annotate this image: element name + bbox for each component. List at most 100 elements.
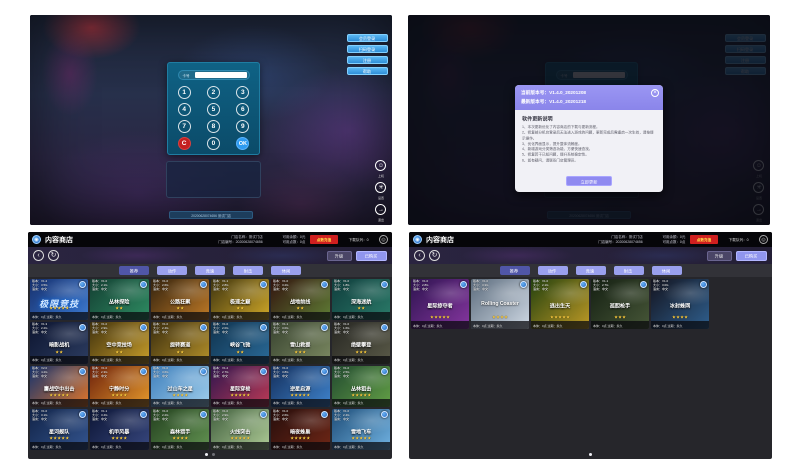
panel-login-dialog: 会员登录扫码登录注册帮助 卡号 123456789C0OK 2020062807… bbox=[408, 15, 770, 225]
recharge-badge[interactable]: 点数充值 bbox=[310, 235, 338, 244]
smiley-icon: ☺ bbox=[375, 160, 386, 171]
filter-button-3[interactable]: 射击 bbox=[614, 266, 644, 275]
filter-button-3[interactable]: 射击 bbox=[233, 266, 263, 275]
filter-button-0[interactable]: 推荐 bbox=[500, 266, 530, 275]
keypad-key-2[interactable]: 2 bbox=[207, 86, 220, 99]
game-price-text: 本体：0点 过期：永久 bbox=[273, 444, 303, 449]
purchased-button[interactable]: 已购买 bbox=[736, 251, 767, 261]
corner-exit-icon-wrap[interactable]: →退出 bbox=[375, 204, 387, 221]
game-card[interactable]: 版本：V1.1大小：3.4G语言：中文机甲风暴★★★★本体：0点 过期：永久下载 bbox=[90, 409, 148, 450]
filter-button-4[interactable]: 休闲 bbox=[652, 266, 682, 275]
game-card[interactable]: 版本：V1.0大小：2.3G语言：中文宁静时分★★★★本体：0点 过期：永久下载 bbox=[90, 366, 148, 407]
login-side-button-0[interactable]: 会员登录 bbox=[347, 34, 388, 42]
keypad-key-5[interactable]: 5 bbox=[207, 103, 220, 116]
keypad-key-c[interactable]: C bbox=[178, 137, 191, 150]
keypad-key-7[interactable]: 7 bbox=[178, 120, 191, 133]
game-card[interactable]: 版本：V1.0大小：2.9G语言：中文火线突击★★★★★本体：0点 过期：永久下… bbox=[211, 409, 269, 450]
login-side-button-1[interactable]: 扫码登录 bbox=[347, 45, 388, 53]
back-icon[interactable]: ‹ bbox=[33, 250, 44, 261]
game-card-footer: 本体：0点 过期：永久下载 bbox=[211, 399, 269, 407]
keypad-key-1[interactable]: 1 bbox=[178, 86, 191, 99]
game-card[interactable]: 版本：V1.0大小：3.0G语言：中文冰封蛛网★★★★本体：0点 过期：永久下载 bbox=[651, 279, 709, 329]
game-card[interactable]: 版本：V1.0大小：1.8G语言：中文深海迷航★★本体：0点 过期：永久下载 bbox=[332, 279, 390, 320]
keypad-key-ok[interactable]: OK bbox=[236, 137, 249, 150]
login-side-buttons: 会员登录扫码登录注册帮助 bbox=[347, 34, 388, 75]
close-icon[interactable]: × bbox=[651, 89, 659, 97]
game-star-rating: ★★★★ bbox=[158, 436, 202, 441]
game-card[interactable]: 版本：V1.1大小：2.7G语言：中文孤胆枪手★★★本体：0点 过期：永久下载 bbox=[591, 279, 649, 329]
keypad-key-9[interactable]: 9 bbox=[236, 120, 249, 133]
refresh-icon[interactable]: ↻ bbox=[48, 250, 59, 261]
corner-gear-icon-wrap[interactable]: ✳设置 bbox=[375, 182, 387, 199]
filter-button-1[interactable]: 动作 bbox=[538, 266, 568, 275]
filter-button-2[interactable]: 竞速 bbox=[576, 266, 606, 275]
corner-smiley-icon-wrap[interactable]: ☺上机 bbox=[375, 160, 387, 177]
keypad-key-3[interactable]: 3 bbox=[236, 86, 249, 99]
filter-button-0[interactable]: 推荐 bbox=[119, 266, 149, 275]
game-language: 语言：中文 bbox=[153, 331, 209, 335]
filter-button-2[interactable]: 竞速 bbox=[195, 266, 225, 275]
upgrade-button[interactable]: 升级 bbox=[707, 251, 732, 261]
game-card[interactable]: 版本：V2.0大小：4.2G语言：中文鏖战空中出击★★★★★本体：0点 过期：永… bbox=[30, 366, 88, 407]
game-card[interactable]: 版本：V1.0大小：2.1G语言：中文逃出生天★★★★★本体：0点 过期：永久下… bbox=[531, 279, 589, 329]
game-card[interactable]: 版本：V1.0大小：3.8G语言：中文逆星启源★★★★★本体：0点 过期：永久下… bbox=[271, 366, 329, 407]
game-card[interactable]: 版本：V1.1大小：3.0G语言：中文雪山救援★★★本体：0点 过期：永久下载 bbox=[271, 322, 329, 363]
game-card[interactable]: 版本：V1.0大小：2.8G语言：中文星际掠夺者★★★★★本体：0点 过期：永久… bbox=[411, 279, 469, 329]
filter-button-label: 动作 bbox=[168, 267, 176, 273]
update-confirm-button[interactable]: 立即更新 bbox=[566, 176, 612, 186]
game-grid: 版本：V1.2大小：3.5G语言：中文极限竞技★★★★★本体：0点 过期：永久下… bbox=[30, 279, 390, 450]
game-language: 语言：中文 bbox=[213, 331, 269, 335]
game-card[interactable]: 版本：V1.0大小：3.2G语言：中文战地前线★★本体：0点 过期：永久下载 bbox=[271, 279, 329, 320]
game-card[interactable]: 版本：V1.0大小：2.5G语言：中文丛林狙击★★★★★本体：0点 过期：永久下… bbox=[332, 366, 390, 407]
login-side-button-2[interactable]: 注册 bbox=[347, 56, 388, 64]
game-card[interactable]: 版本：V1.0大小：2.2G语言：中文森林猎手★★★★本体：0点 过期：永久下载 bbox=[151, 409, 209, 450]
refresh-icon[interactable]: ↻ bbox=[429, 250, 440, 261]
pagination-dot[interactable] bbox=[212, 453, 215, 456]
game-card-footer: 本体：0点 过期：永久下载 bbox=[411, 321, 469, 329]
game-card[interactable]: 版本：V1.0大小：3.1G语言：中文星河舰队★★★★★本体：0点 过期：永久下… bbox=[30, 409, 88, 450]
game-star-rating: ★★ bbox=[37, 349, 81, 354]
store-title: 内容商店 bbox=[426, 235, 454, 245]
settings-icon[interactable]: ◎ bbox=[379, 235, 388, 244]
game-card[interactable]: 版本：V1.0大小：3.6G语言：中文过山车之星★★★★本体：0点 过期：永久下… bbox=[151, 366, 209, 407]
game-card[interactable]: 版本：V1.0大小：3.3G语言：中文Rolling Coaster★★★★本体… bbox=[471, 279, 529, 329]
game-card[interactable]: 版本：V1.0大小：2.1G语言：中文丛林探险★★本体：0点 过期：永久下载 bbox=[90, 279, 148, 320]
game-card[interactable]: 版本：V1.0大小：1.6G语言：中文绝壁攀登★★★本体：0点 过期：永久下载 bbox=[332, 322, 390, 363]
keypad-key-8[interactable]: 8 bbox=[207, 120, 220, 133]
purchased-button[interactable]: 已购买 bbox=[356, 251, 387, 261]
points-text: 可用点数：0点 bbox=[663, 241, 686, 244]
card-number-input[interactable] bbox=[195, 72, 247, 78]
filter-button-1[interactable]: 动作 bbox=[157, 266, 187, 275]
game-card[interactable]: 版本：V1.0大小：2.6G语言：中文暗夜蛛巢★★★★★本体：0点 过期：永久下… bbox=[271, 409, 329, 450]
game-card-footer: 本体：0点 过期：永久下载 bbox=[30, 312, 88, 320]
keypad-key-0[interactable]: 0 bbox=[207, 137, 220, 150]
game-card[interactable]: 版本：V1.0大小：2.0G语言：中文峡谷飞驰★★本体：0点 过期：永久下载 bbox=[211, 322, 269, 363]
game-card[interactable]: 版本：V1.0大小：2.6G语言：中文公路狂飙★★本体：0点 过期：永久下载 bbox=[151, 279, 209, 320]
game-card[interactable]: 版本：V1.1大小：2.8G语言：中文极速之巅★★本体：0点 过期：永久下载 bbox=[211, 279, 269, 320]
login-side-button-3[interactable]: 帮助 bbox=[347, 67, 388, 75]
recharge-badge[interactable]: 点数充值 bbox=[690, 235, 718, 244]
game-card[interactable]: 版本：V1.0大小：2.4G语言：中文旋转赛道★★本体：0点 过期：永久下载 bbox=[151, 322, 209, 363]
filter-button-4[interactable]: 休闲 bbox=[271, 266, 301, 275]
game-card[interactable]: 版本：V1.3大小：2.2G语言：中文暗影战机★★本体：0点 过期：永久下载 bbox=[30, 322, 88, 363]
game-card[interactable]: 版本：V1.2大小：2.7G语言：中文星际穿梭★★★★★本体：0点 过期：永久下… bbox=[211, 366, 269, 407]
upgrade-button[interactable]: 升级 bbox=[327, 251, 352, 261]
game-card[interactable]: 版本：V1.2大小：3.5G语言：中文极限竞技★★★★★本体：0点 过期：永久下… bbox=[30, 279, 88, 320]
game-price-text: 本体：0点 过期：永久 bbox=[92, 357, 122, 362]
game-language: 语言：中文 bbox=[273, 418, 329, 422]
pagination-dot[interactable] bbox=[205, 453, 208, 456]
game-title: 宁静时分 bbox=[95, 384, 145, 392]
gear-icon: ✳ bbox=[375, 182, 386, 193]
game-star-rating: ★★★ bbox=[339, 349, 383, 354]
keypad-key-6[interactable]: 6 bbox=[236, 103, 249, 116]
game-card[interactable]: 版本：V1.0大小：2.4G语言：中文雪地飞车★★★★★本体：0点 过期：永久下… bbox=[332, 409, 390, 450]
pagination-dot[interactable] bbox=[589, 453, 592, 456]
keypad-key-4[interactable]: 4 bbox=[178, 103, 191, 116]
game-star-rating: ★★★★ bbox=[98, 436, 142, 441]
back-icon[interactable]: ‹ bbox=[414, 250, 425, 261]
settings-icon[interactable]: ◎ bbox=[759, 235, 768, 244]
game-card-footer: 本体：0点 过期：永久下载 bbox=[332, 356, 390, 364]
pagination bbox=[411, 450, 770, 459]
game-card[interactable]: 版本：V1.0大小：2.9G语言：中文空中竞技场★★本体：0点 过期：永久下载 bbox=[90, 322, 148, 363]
update-notes-title: 软件更新说明 bbox=[522, 115, 636, 123]
